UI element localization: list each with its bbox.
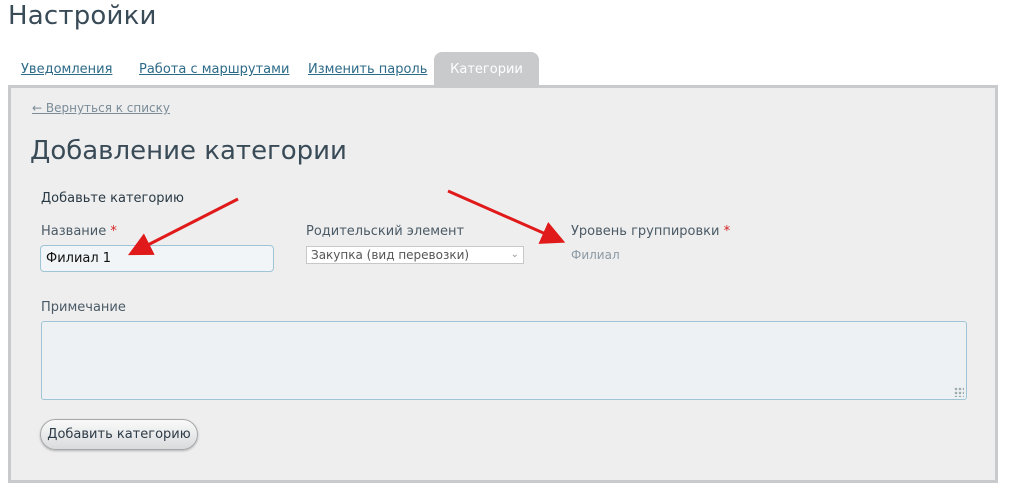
- name-label-text: Название: [41, 224, 107, 239]
- grouping-level-value: Филиал: [571, 248, 620, 262]
- tab-change-password[interactable]: Изменить пароль: [308, 52, 427, 86]
- section-label: Добавьте категорию: [41, 191, 184, 206]
- resize-grip-icon[interactable]: [954, 387, 964, 397]
- tab-categories[interactable]: Категории: [434, 52, 539, 86]
- parent-element-select[interactable]: Закупка (вид перевозки) ⌄: [306, 246, 524, 264]
- category-form-panel: ← Вернуться к списку Добавление категори…: [8, 85, 998, 483]
- grouping-field-label: Уровень группировки *: [571, 224, 730, 239]
- required-marker: *: [110, 224, 117, 239]
- note-field-label: Примечание: [41, 300, 126, 315]
- page-title: Настройки: [8, 1, 157, 31]
- form-title: Добавление категории: [30, 136, 347, 166]
- add-category-button[interactable]: Добавить категорию: [40, 419, 198, 450]
- tab-routes[interactable]: Работа с маршрутами: [139, 52, 289, 86]
- category-name-input[interactable]: [40, 245, 274, 272]
- tab-notifications[interactable]: Уведомления: [21, 52, 112, 86]
- parent-field-label: Родительский элемент: [306, 224, 465, 239]
- parent-select-value: Закупка (вид перевозки): [311, 248, 470, 262]
- note-textarea[interactable]: [41, 321, 967, 400]
- back-to-list-link[interactable]: ← Вернуться к списку: [32, 101, 170, 115]
- grouping-label-text: Уровень группировки: [571, 224, 720, 239]
- required-marker: *: [723, 224, 731, 239]
- chevron-down-icon: ⌄: [510, 249, 519, 260]
- name-field-label: Название *: [41, 224, 117, 239]
